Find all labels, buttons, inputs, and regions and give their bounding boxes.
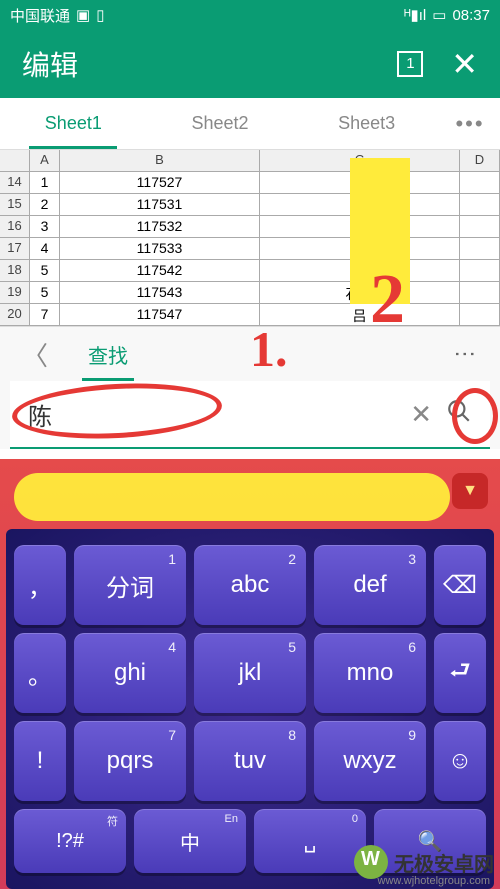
table-row[interactable]: 185117542符 (0, 260, 500, 282)
cell[interactable] (460, 216, 500, 238)
tab-sheet1[interactable]: Sheet1 (0, 98, 147, 149)
cell[interactable]: 石刊 (260, 282, 460, 304)
cell[interactable] (460, 172, 500, 194)
row-header[interactable]: 17 (0, 238, 30, 260)
key-9-wxyz[interactable]: 9wxyz (314, 721, 426, 801)
table-row[interactable]: 163117532吴 (0, 216, 500, 238)
cell[interactable]: 7 (30, 304, 60, 326)
row-header[interactable]: 18 (0, 260, 30, 282)
key-4-ghi[interactable]: 4ghi (74, 633, 186, 713)
cell[interactable]: 5 (30, 260, 60, 282)
key-space[interactable]: 0␣ (254, 809, 366, 873)
search-icon[interactable] (446, 398, 472, 431)
clear-icon[interactable]: ✕ (410, 399, 432, 430)
search-panel: 〈 查找 ⋮ ✕ (0, 326, 500, 449)
key-backspace[interactable]: ⌫ (434, 545, 486, 625)
col-header[interactable]: A (30, 150, 60, 172)
sim-icon: ▣ (76, 6, 90, 24)
row-header[interactable]: 14 (0, 172, 30, 194)
status-bar: 中国联通 ▣ ▯ ᴴ▮ıl ▭ 08:37 (0, 0, 500, 30)
table-row[interactable]: 195117543石刊 (0, 282, 500, 304)
table-row[interactable]: 207117547吕 (0, 304, 500, 326)
cell[interactable]: 4 (30, 238, 60, 260)
cell[interactable]: 吴 (260, 216, 460, 238)
table-row[interactable]: 174117533黄 (0, 238, 500, 260)
tab-sheet3[interactable]: Sheet3 (293, 98, 440, 149)
carrier-label: 中国联通 (10, 5, 70, 26)
app-header: 编辑 ✕ (0, 30, 500, 98)
page-title: 编辑 (22, 44, 78, 84)
battery-icon: ▭ (432, 6, 446, 24)
tabs-more-icon[interactable]: ••• (440, 111, 500, 137)
cell[interactable]: 117533 (60, 238, 260, 260)
search-more-icon[interactable]: ⋮ (452, 343, 478, 365)
cell[interactable]: 2 (30, 194, 60, 216)
ime-keyboard: ▼ ， 1分词 2abc 3def ⌫ 。 4ghi 5jkl 6mno ⮐ !… (0, 459, 500, 889)
cell[interactable]: 117532 (60, 216, 260, 238)
cell[interactable]: 117547 (60, 304, 260, 326)
key-7-pqrs[interactable]: 7pqrs (74, 721, 186, 801)
cell[interactable]: 1 (30, 172, 60, 194)
cell[interactable] (460, 304, 500, 326)
table-row[interactable]: 141117527孝 (0, 172, 500, 194)
key-symbols[interactable]: 符!?# (14, 809, 126, 873)
table-row[interactable]: 152117531黄 (0, 194, 500, 216)
candidate-dropdown-icon[interactable]: ▼ (452, 473, 488, 509)
search-tab-find[interactable]: 查找 (88, 327, 128, 381)
candidate-bar[interactable] (14, 473, 450, 521)
row-header[interactable]: 20 (0, 304, 30, 326)
col-header[interactable]: D (460, 150, 500, 172)
key-exclaim[interactable]: ! (14, 721, 66, 801)
col-header[interactable]: B (60, 150, 260, 172)
clock: 08:37 (452, 7, 490, 24)
cell[interactable] (460, 282, 500, 304)
cell[interactable] (460, 194, 500, 216)
cell[interactable]: 3 (30, 216, 60, 238)
key-2-abc[interactable]: 2abc (194, 545, 306, 625)
key-comma[interactable]: ， (14, 545, 66, 625)
back-icon[interactable]: 〈 (22, 336, 48, 373)
watermark-url: www.wjhotelgroup.com (378, 875, 491, 887)
close-icon[interactable]: ✕ (451, 45, 478, 83)
row-header[interactable]: 16 (0, 216, 30, 238)
key-enter[interactable]: ⮐ (434, 633, 486, 713)
cell[interactable]: 吕 (260, 304, 460, 326)
cell[interactable] (460, 238, 500, 260)
signal-icon: ᴴ▮ıl (404, 6, 426, 24)
row-header[interactable]: 15 (0, 194, 30, 216)
cell[interactable]: 黄 (260, 238, 460, 260)
spreadsheet[interactable]: A B C D 141117527孝152117531黄163117532吴17… (0, 150, 500, 326)
card-icon: ▯ (96, 6, 104, 24)
cell[interactable]: 孝 (260, 172, 460, 194)
col-header[interactable]: C (260, 150, 460, 172)
window-icon[interactable] (397, 51, 423, 77)
key-3-def[interactable]: 3def (314, 545, 426, 625)
watermark-logo-icon (354, 845, 388, 879)
key-1[interactable]: 1分词 (74, 545, 186, 625)
row-header[interactable]: 19 (0, 282, 30, 304)
cell[interactable]: 黄 (260, 194, 460, 216)
cell[interactable]: 117542 (60, 260, 260, 282)
watermark-text: 无极安卓网 (394, 848, 494, 877)
cell[interactable]: 117543 (60, 282, 260, 304)
cell[interactable]: 符 (260, 260, 460, 282)
sheet-tabs: Sheet1 Sheet2 Sheet3 ••• (0, 98, 500, 150)
cell[interactable]: 117531 (60, 194, 260, 216)
tab-sheet2[interactable]: Sheet2 (147, 98, 294, 149)
key-emoji[interactable]: ☺ (434, 721, 486, 801)
key-8-tuv[interactable]: 8tuv (194, 721, 306, 801)
key-period[interactable]: 。 (14, 633, 66, 713)
cell[interactable]: 117527 (60, 172, 260, 194)
key-lang-toggle[interactable]: En中 (134, 809, 246, 873)
cell[interactable]: 5 (30, 282, 60, 304)
watermark: 无极安卓网 (354, 845, 494, 879)
cell[interactable] (460, 260, 500, 282)
key-6-mno[interactable]: 6mno (314, 633, 426, 713)
search-input[interactable] (28, 400, 396, 428)
key-5-jkl[interactable]: 5jkl (194, 633, 306, 713)
